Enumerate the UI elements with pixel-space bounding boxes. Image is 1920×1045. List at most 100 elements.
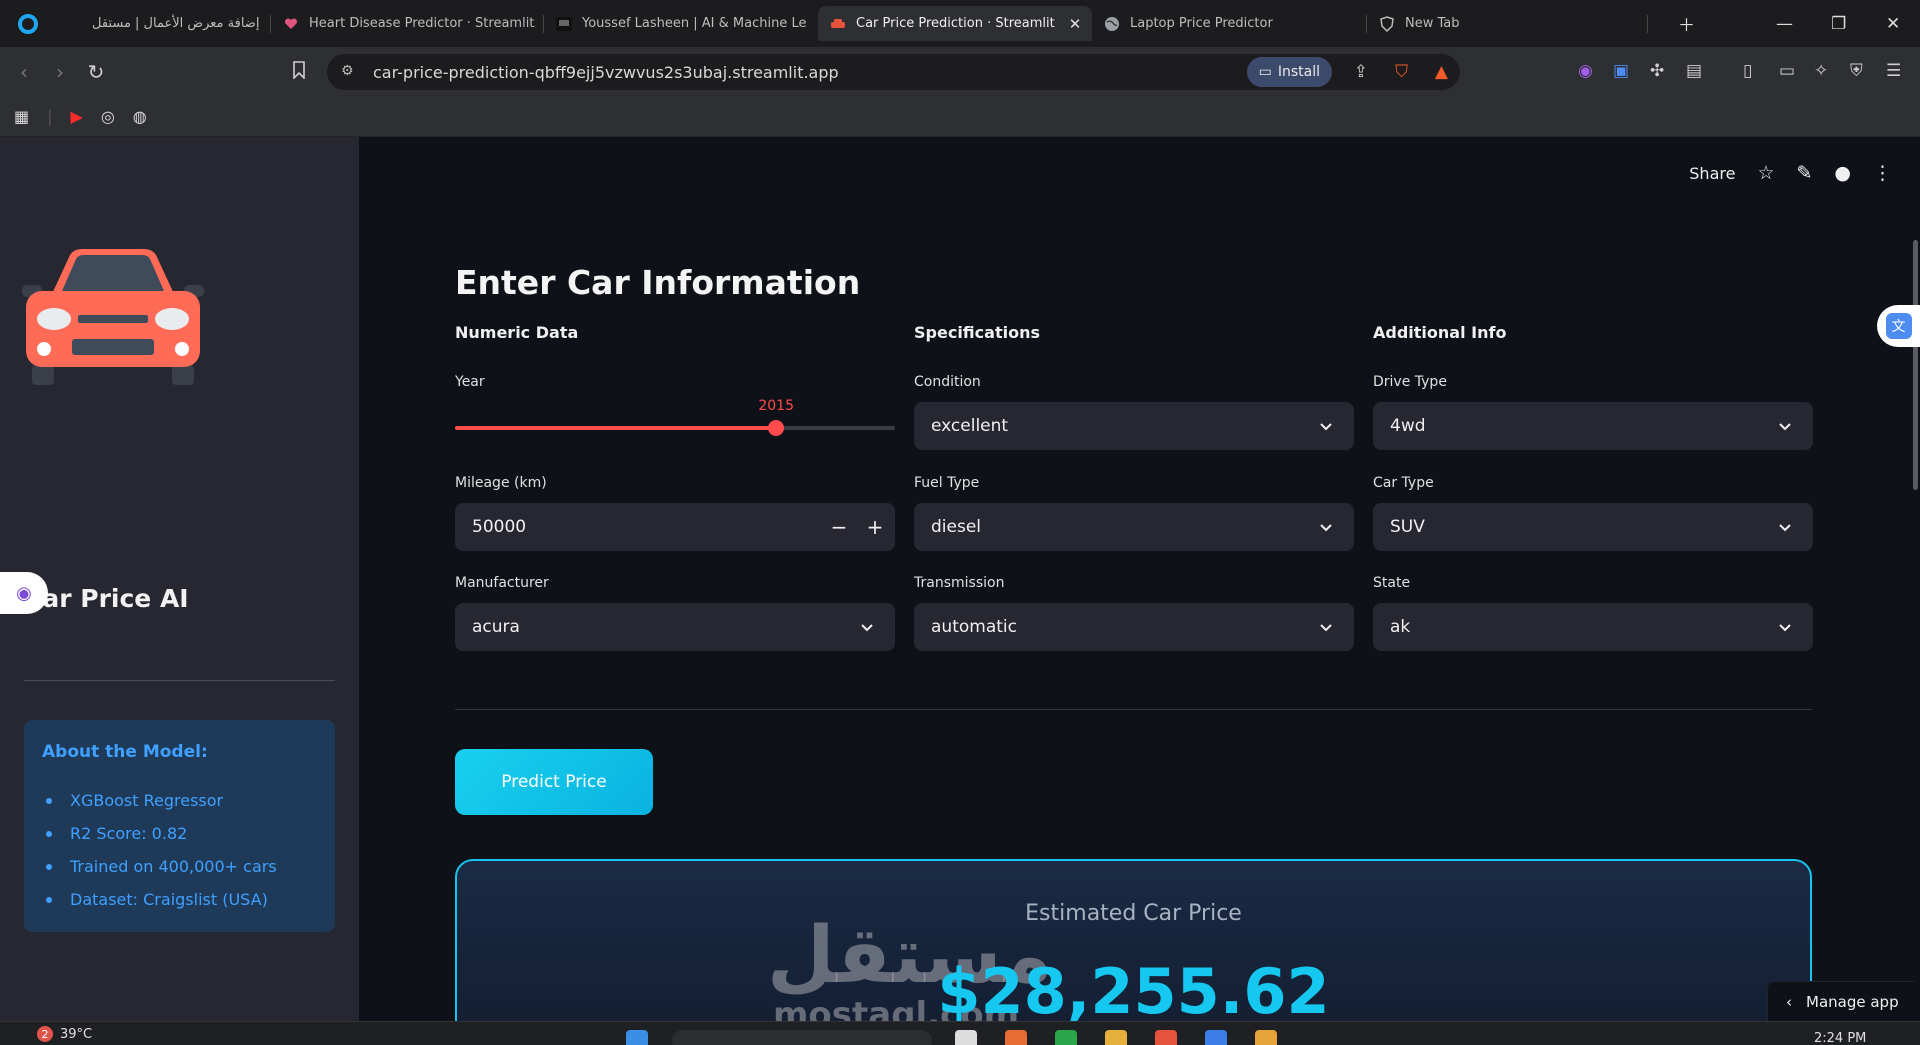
media-icon[interactable]: ▤ [1686,61,1702,81]
transmission-value: automatic [931,617,1017,637]
scrollbar-thumb[interactable] [1913,240,1918,490]
condition-label: Condition [914,374,981,390]
about-title: About the Model: [42,742,208,762]
vpn-icon[interactable]: ⛨ [1850,61,1863,81]
taskbar: 2 39°C 2:24 PM [0,1021,1920,1045]
column-heading-additional: Additional Info [1373,323,1507,342]
tab-label: Laptop Price Predictor [1130,16,1273,31]
close-icon[interactable]: ✕ [1069,15,1082,33]
github-icon[interactable]: ● [1834,162,1851,184]
taskbar-app-icon[interactable] [1005,1030,1027,1045]
sidebar-toggle-icon[interactable]: ▯ [1743,61,1752,81]
drive-type-value: 4wd [1390,416,1426,436]
year-slider-fill [455,426,777,430]
tab-label: New Tab [1405,16,1460,31]
car-type-label: Car Type [1373,475,1434,491]
back-icon[interactable]: ‹ [6,60,42,84]
reload-icon[interactable]: ↻ [78,60,114,84]
manage-app-label: Manage app [1806,992,1899,1011]
taskbar-app-icon[interactable] [1055,1030,1077,1045]
column-heading-numeric: Numeric Data [455,323,579,342]
more-options-icon[interactable]: ⋮ [1873,162,1892,184]
chevron-down-icon [1779,624,1791,632]
brain-extension-icon[interactable]: ◉ [1578,61,1593,81]
restore-icon[interactable]: ❐ [1831,0,1846,47]
youtube-icon[interactable]: ▶ [71,107,83,126]
translate-float-button[interactable]: 文 [1877,305,1920,347]
tab-heart-disease[interactable]: Heart Disease Predictor · Streamlit [271,6,543,41]
transmission-select[interactable]: automatic [914,603,1354,651]
chevron-down-icon [1779,524,1791,532]
apps-grid-icon[interactable]: ▦ [14,107,29,126]
list-item: Dataset: Craigslist (USA) [42,883,335,916]
manufacturer-select[interactable]: acura [455,603,895,651]
tab-label: Car Price Prediction · Streamlit [856,16,1055,31]
list-item: R2 Score: 0.82 [42,817,335,850]
car-type-select[interactable]: SUV [1373,503,1813,551]
page-title: Enter Car Information [455,263,861,302]
install-button[interactable]: ▭ Install [1246,57,1332,87]
car-type-value: SUV [1390,517,1425,537]
mileage-value: 50000 [472,517,527,537]
taskbar-app-icon[interactable] [1105,1030,1127,1045]
drive-type-select[interactable]: 4wd [1373,402,1813,450]
tab-car-price[interactable]: Car Price Prediction · Streamlit ✕ [818,6,1092,41]
brave-rewards-icon[interactable]: ▲ [1435,62,1448,82]
minimize-icon[interactable]: — [1776,0,1793,47]
transmission-label: Transmission [914,575,1005,591]
taskbar-app-icon[interactable] [1205,1030,1227,1045]
brain-extension-float-icon[interactable]: ◉ [0,572,48,614]
header-toolbar: Share ☆ ✎ ● ⋮ [1689,162,1892,184]
windows-start-icon[interactable] [626,1030,648,1045]
tab-new-tab[interactable]: New Tab [1367,6,1647,41]
year-slider-thumb[interactable] [768,420,785,436]
condition-select[interactable]: excellent [914,402,1354,450]
tab-laptop[interactable]: Laptop Price Predictor [1092,6,1366,41]
weather-widget[interactable]: 39°C [60,1027,92,1042]
extensions-icon[interactable]: ✣ [1650,61,1664,81]
bookmark-icon[interactable] [281,60,317,84]
new-tab-button[interactable]: ＋ [1678,0,1695,47]
address-bar[interactable]: ⚙ car-price-prediction-qbff9ejj5vzwvus2s… [327,54,1460,90]
globe-bookmark-icon[interactable]: ◍ [133,107,147,126]
share-button[interactable]: Share [1689,164,1735,183]
mileage-input[interactable]: 50000 − + [455,503,895,551]
leo-ai-icon[interactable]: ✧ [1814,61,1828,81]
increment-button[interactable]: + [861,513,889,541]
tab-portfolio[interactable]: Youssef Lasheen | AI & Machine Le [544,6,818,41]
taskbar-folder-icon[interactable] [1255,1030,1277,1045]
fuel-type-select[interactable]: diesel [914,503,1354,551]
manufacturer-value: acura [472,617,520,637]
edit-icon[interactable]: ✎ [1796,162,1812,184]
condition-value: excellent [931,416,1009,436]
translate-extension-icon[interactable]: ▣ [1613,61,1629,81]
chatgpt-icon[interactable]: ◎ [101,107,115,126]
forward-icon[interactable]: › [42,60,78,84]
manage-app-button[interactable]: ‹ Manage app [1768,982,1920,1021]
predict-price-button[interactable]: Predict Price [455,749,653,815]
window-close-icon[interactable]: ✕ [1886,0,1900,47]
tab-label: إضافة معرض الأعمال | مستقل [92,16,260,31]
taskbar-browser-icon[interactable] [1155,1030,1177,1045]
wallet-icon[interactable]: ▭ [1779,61,1795,81]
chevron-down-icon [1779,423,1791,431]
star-icon[interactable]: ☆ [1757,162,1774,184]
brave-shield-icon[interactable]: ⛉ [1395,62,1408,82]
share-page-icon[interactable]: ⇪ [1354,62,1368,82]
state-select[interactable]: ak [1373,603,1813,651]
menu-icon[interactable]: ☰ [1886,61,1901,81]
taskbar-app-icon[interactable] [955,1030,977,1045]
search-box[interactable] [672,1030,932,1045]
chevron-down-icon [1320,524,1332,532]
globe-icon [1104,16,1120,32]
portfolio-icon [556,16,572,32]
result-label: Estimated Car Price [1025,901,1242,926]
chevron-down-icon [1320,624,1332,632]
mileage-label: Mileage (km) [455,475,547,491]
decrement-button[interactable]: − [825,513,853,541]
tab-mostaql[interactable]: إضافة معرض الأعمال | مستقل [80,6,270,41]
year-slider[interactable] [455,420,895,436]
translate-icon: 文 [1885,313,1912,339]
manufacturer-label: Manufacturer [455,575,549,591]
site-settings-icon[interactable]: ⚙ [341,63,354,79]
